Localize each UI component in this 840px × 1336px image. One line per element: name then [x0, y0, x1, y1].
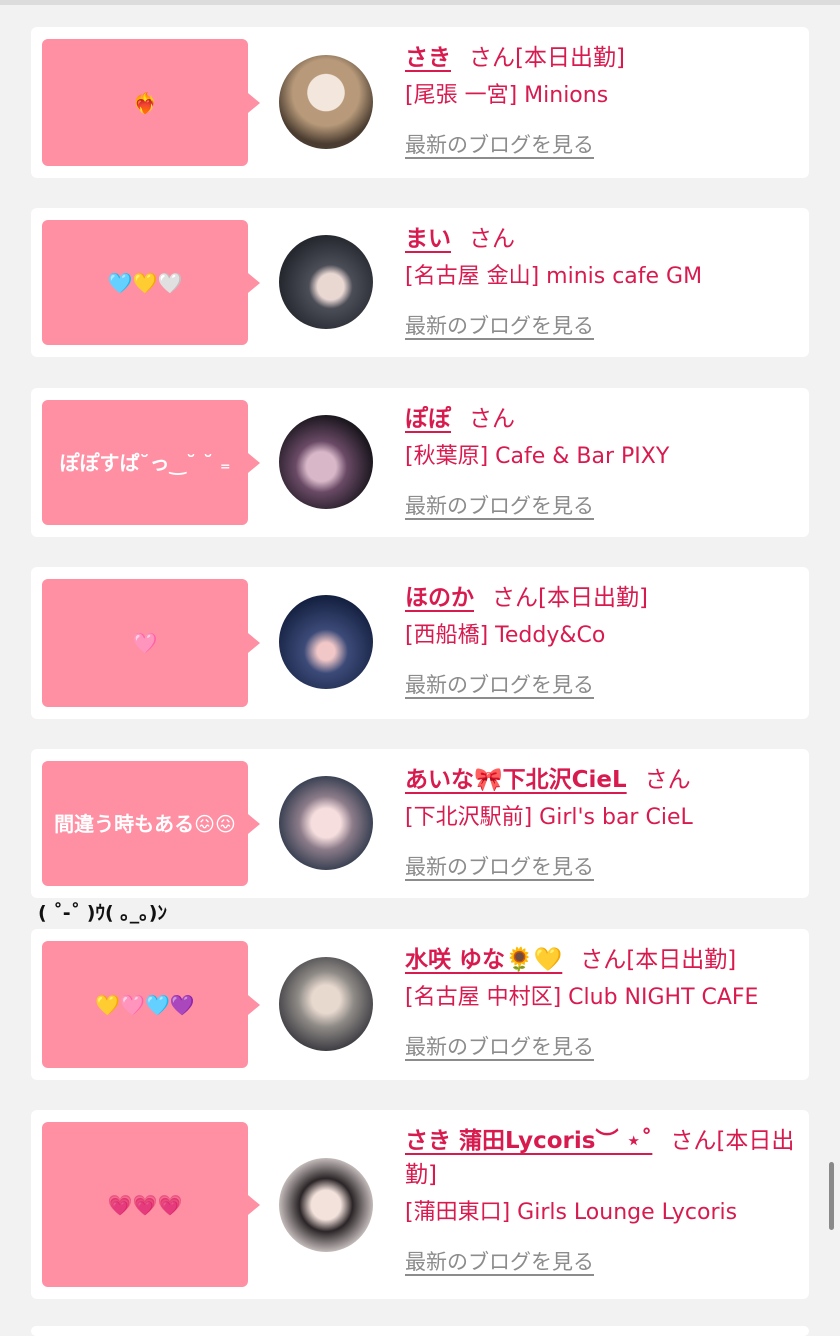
avatar[interactable]: [279, 957, 373, 1051]
shop-label: [名古屋 中村区] Club NIGHT CAFE: [405, 985, 759, 1010]
message-bubble: 💗💗💗: [42, 1122, 260, 1287]
top-divider: [0, 0, 840, 5]
attendance-badge: [本日出勤]: [538, 585, 648, 611]
cast-name-link[interactable]: さき 蒲田Lycoris︶ ⋆˚: [405, 1128, 652, 1154]
latest-blog-link[interactable]: 最新のブログを見る: [405, 490, 594, 520]
shop-label: [下北沢駅前] Girl's bar CieL: [405, 805, 693, 830]
avatar[interactable]: [279, 235, 373, 329]
message-bubble: ぽぽすぱ˘っ‿˘ ˘ ₌: [42, 400, 260, 525]
latest-blog-link[interactable]: 最新のブログを見る: [405, 310, 594, 340]
emoticon-text: ( ˚-˚ )ｳ( ｡_｡)ﾝ: [38, 902, 167, 924]
shop-label: [名古屋 金山] minis cafe GM: [405, 264, 703, 289]
message-bubble: 🩵💛🤍: [42, 220, 260, 345]
latest-blog-link[interactable]: 最新のブログを見る: [405, 851, 594, 881]
avatar[interactable]: [279, 595, 373, 689]
avatar[interactable]: [279, 1158, 373, 1252]
cast-name-link[interactable]: ぽぽ: [405, 406, 451, 432]
cast-name-link[interactable]: あいな🎀下北沢CieL: [405, 767, 627, 793]
cast-card: 間違う時もある😖😖 あいな🎀下北沢CieL さん [下北沢駅前] Girl's b…: [31, 749, 809, 898]
cast-card: 🩷 ほのか さん[本日出勤] [西船橋] Teddy&Co 最新のブログを見る: [31, 567, 809, 719]
latest-blog-link[interactable]: 最新のブログを見る: [405, 669, 594, 699]
latest-blog-link[interactable]: 最新のブログを見る: [405, 1246, 594, 1276]
cast-card: 💛🩷🩵💜 水咲 ゆな🌻💛 さん[本日出勤] [名古屋 中村区] Club NIGH…: [31, 929, 809, 1080]
latest-blog-link[interactable]: 最新のブログを見る: [405, 129, 594, 159]
avatar[interactable]: [279, 776, 373, 870]
next-card-edge: [31, 1326, 809, 1336]
cast-card: 💗💗💗 さき 蒲田Lycoris︶ ⋆˚ さん[本日出勤] [蒲田東口] Girl…: [31, 1110, 809, 1299]
cast-name-link[interactable]: 水咲 ゆな🌻💛: [405, 947, 562, 973]
attendance-badge: [本日出勤]: [515, 45, 625, 71]
message-bubble: 間違う時もある😖😖: [42, 761, 260, 886]
message-bubble: 🩷: [42, 579, 260, 707]
cast-card: 🩵💛🤍 まい さん [名古屋 金山] minis cafe GM 最新のブログを見…: [31, 208, 809, 357]
cast-name-link[interactable]: さき: [405, 45, 451, 71]
cast-name-link[interactable]: ほのか: [405, 585, 474, 611]
cast-name-link[interactable]: まい: [405, 226, 451, 252]
latest-blog-link[interactable]: 最新のブログを見る: [405, 1031, 594, 1061]
message-bubble: ❤️‍🔥: [42, 39, 260, 166]
avatar[interactable]: [279, 415, 373, 509]
shop-label: [蒲田東口] Girls Lounge Lycoris: [405, 1200, 738, 1225]
cast-card: ぽぽすぱ˘っ‿˘ ˘ ₌ ぽぽ さん [秋葉原] Cafe & Bar PIXY …: [31, 388, 809, 537]
attendance-badge: [本日出勤]: [626, 947, 737, 973]
avatar[interactable]: [279, 55, 373, 149]
scrollbar[interactable]: [829, 1162, 834, 1230]
message-bubble: 💛🩷🩵💜: [42, 941, 260, 1068]
cast-card: ❤️‍🔥 さき さん[本日出勤] [尾張 一宮] Minions 最新のブログを見…: [31, 27, 809, 178]
shop-label: [西船橋] Teddy&Co: [405, 623, 606, 648]
shop-label: [尾張 一宮] Minions: [405, 83, 609, 108]
shop-label: [秋葉原] Cafe & Bar PIXY: [405, 444, 670, 469]
